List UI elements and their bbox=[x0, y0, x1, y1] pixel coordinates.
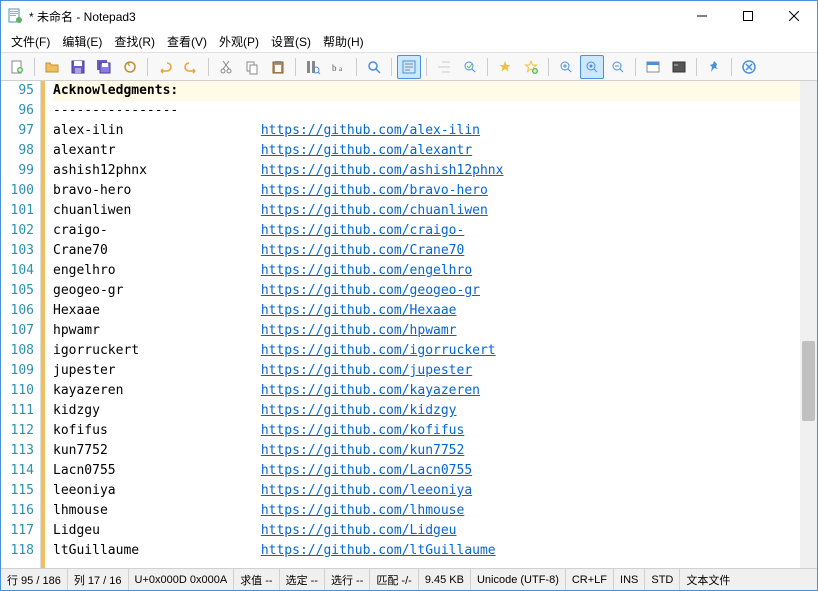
contributor-link[interactable]: https://github.com/hpwamr bbox=[261, 323, 457, 338]
contributor-link[interactable]: https://github.com/bravo-hero bbox=[261, 183, 488, 198]
zoom-button[interactable] bbox=[362, 55, 386, 79]
contributor-link[interactable]: https://github.com/kayazeren bbox=[261, 383, 480, 398]
pin-button[interactable] bbox=[702, 55, 726, 79]
redo-button[interactable] bbox=[179, 55, 203, 79]
svg-text:a: a bbox=[339, 65, 343, 73]
contributor-link[interactable]: https://github.com/craigo- bbox=[261, 223, 465, 238]
menu-item[interactable]: 文件(F) bbox=[5, 31, 56, 52]
minimize-button[interactable] bbox=[679, 1, 725, 31]
contributor-link[interactable]: https://github.com/Lidgeu bbox=[261, 523, 457, 538]
save-all-button[interactable] bbox=[92, 55, 116, 79]
favorite-button[interactable] bbox=[493, 55, 517, 79]
zoom-in-button[interactable] bbox=[554, 55, 578, 79]
contributor-link[interactable]: https://github.com/leeoniya bbox=[261, 483, 472, 498]
add-favorite-button[interactable] bbox=[519, 55, 543, 79]
status-encoding[interactable]: Unicode (UTF-8) bbox=[471, 569, 566, 590]
new-file-button[interactable] bbox=[5, 55, 29, 79]
menu-item[interactable]: 查看(V) bbox=[161, 31, 213, 52]
editor-area: 9596979899100101102103104105106107108109… bbox=[1, 81, 817, 568]
scheme-button[interactable] bbox=[641, 55, 665, 79]
contributor-link[interactable]: https://github.com/ashish12phnx bbox=[261, 163, 504, 178]
cut-button[interactable] bbox=[214, 55, 238, 79]
status-insert[interactable]: INS bbox=[614, 569, 645, 590]
word-wrap-button[interactable] bbox=[397, 55, 421, 79]
replace-button[interactable]: ba bbox=[327, 55, 351, 79]
save-button[interactable] bbox=[66, 55, 90, 79]
contributor-link[interactable]: https://github.com/lhmouse bbox=[261, 503, 465, 518]
undo-button[interactable] bbox=[153, 55, 177, 79]
contributor-link[interactable]: https://github.com/kidzgy bbox=[261, 403, 457, 418]
copy-button[interactable] bbox=[240, 55, 264, 79]
svg-text:b: b bbox=[332, 63, 337, 73]
contributor-link[interactable]: https://github.com/chuanliwen bbox=[261, 203, 488, 218]
revert-button[interactable] bbox=[118, 55, 142, 79]
contributor-link[interactable]: https://github.com/Hexaae bbox=[261, 303, 457, 318]
status-match[interactable]: 匹配 -/- bbox=[370, 569, 418, 590]
menu-item[interactable]: 编辑(E) bbox=[56, 31, 108, 52]
outdent-button[interactable] bbox=[432, 55, 456, 79]
close-button[interactable] bbox=[771, 1, 817, 31]
contributor-link[interactable]: https://github.com/jupester bbox=[261, 363, 472, 378]
status-selection[interactable]: 选定 -- bbox=[280, 569, 325, 590]
menubar: 文件(F)编辑(E)查找(R)查看(V)外观(P)设置(S)帮助(H) bbox=[1, 31, 817, 53]
contributor-link[interactable]: https://github.com/Crane70 bbox=[261, 243, 465, 258]
text-content[interactable]: Acknowledgments:----------------alex-ili… bbox=[45, 81, 800, 568]
vertical-scrollbar[interactable] bbox=[800, 81, 817, 568]
contributor-link[interactable]: https://github.com/kofifus bbox=[261, 423, 465, 438]
contributor-link[interactable]: https://github.com/kun7752 bbox=[261, 443, 465, 458]
status-value[interactable]: 求值 -- bbox=[234, 569, 279, 590]
menu-item[interactable]: 外观(P) bbox=[213, 31, 265, 52]
goto-button[interactable] bbox=[458, 55, 482, 79]
customize-button[interactable] bbox=[667, 55, 691, 79]
find-button[interactable] bbox=[301, 55, 325, 79]
zoom-out-button[interactable] bbox=[606, 55, 630, 79]
exit-button[interactable] bbox=[737, 55, 761, 79]
maximize-button[interactable] bbox=[725, 1, 771, 31]
contributor-link[interactable]: https://github.com/alex-ilin bbox=[261, 123, 480, 138]
contributor-link[interactable]: https://github.com/igorruckert bbox=[261, 343, 496, 358]
app-icon bbox=[7, 8, 23, 24]
status-sel-lines[interactable]: 选行 -- bbox=[325, 569, 370, 590]
status-std[interactable]: STD bbox=[645, 569, 680, 590]
contributor-link[interactable]: https://github.com/Lacn0755 bbox=[261, 463, 472, 478]
status-column[interactable]: 列 17 / 16 bbox=[68, 569, 129, 590]
status-unicode[interactable]: U+0x000D 0x000A bbox=[129, 569, 235, 590]
contributor-link[interactable]: https://github.com/engelhro bbox=[261, 263, 472, 278]
app-window: * 未命名 - Notepad3 文件(F)编辑(E)查找(R)查看(V)外观(… bbox=[0, 0, 818, 591]
status-line[interactable]: 行 95 / 186 bbox=[1, 569, 68, 590]
contributor-link[interactable]: https://github.com/ltGuillaume bbox=[261, 543, 496, 558]
paste-button[interactable] bbox=[266, 55, 290, 79]
titlebar: * 未命名 - Notepad3 bbox=[1, 1, 817, 31]
status-filetype[interactable]: 文本文件 bbox=[680, 569, 817, 590]
zoom-reset-button[interactable] bbox=[580, 55, 604, 79]
status-eol[interactable]: CR+LF bbox=[566, 569, 614, 590]
status-size[interactable]: 9.45 KB bbox=[419, 569, 471, 590]
contributor-link[interactable]: https://github.com/alexantr bbox=[261, 143, 472, 158]
toolbar: ba bbox=[1, 53, 817, 81]
open-file-button[interactable] bbox=[40, 55, 64, 79]
menu-item[interactable]: 设置(S) bbox=[265, 31, 317, 52]
contributor-link[interactable]: https://github.com/geogeo-gr bbox=[261, 283, 480, 298]
window-title: * 未命名 - Notepad3 bbox=[29, 8, 679, 25]
menu-item[interactable]: 帮助(H) bbox=[317, 31, 370, 52]
statusbar: 行 95 / 186 列 17 / 16 U+0x000D 0x000A 求值 … bbox=[1, 568, 817, 590]
line-number-gutter[interactable]: 9596979899100101102103104105106107108109… bbox=[1, 81, 41, 568]
menu-item[interactable]: 查找(R) bbox=[108, 31, 161, 52]
scrollbar-thumb[interactable] bbox=[802, 341, 815, 421]
